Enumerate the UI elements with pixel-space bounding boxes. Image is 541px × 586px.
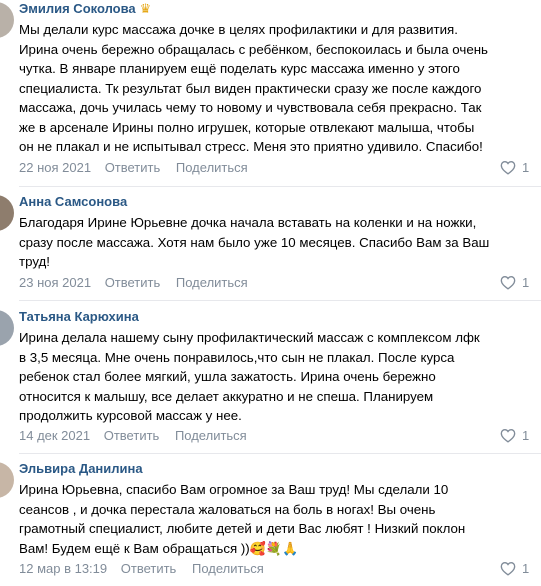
comment-date[interactable]: 22 ноя 2021 [19,160,91,175]
comment-text: Мы делали курс массажа дочке в целях про… [19,22,488,154]
heart-icon [500,562,516,576]
like-count: 1 [522,160,530,175]
comment-meta: 23 ноя 2021 Ответить Поделиться [19,275,248,290]
share-button[interactable]: Поделиться [192,561,264,576]
like-count: 1 [522,275,530,290]
comment-author[interactable]: Анна Самсонова [19,194,127,209]
like-count: 1 [522,428,530,443]
comment-date[interactable]: 12 мар в 13:19 [19,561,107,576]
avatar[interactable] [0,2,14,38]
author-name[interactable]: Анна Самсонова [19,194,127,209]
comment-meta: 22 ноя 2021 Ответить Поделиться [19,160,248,175]
comment-text: Ирина Юрьевна, спасибо Вам огромное за В… [19,480,534,558]
divider [19,453,541,454]
author-name[interactable]: Татьяна Карюхина [19,309,139,324]
comment-text-body: Ирина Юрьевна, спасибо Вам огромное за В… [19,482,466,556]
like-button[interactable]: 1 [500,160,529,175]
comment-author[interactable]: Эмилия Соколова ♛ [19,1,151,17]
comment-meta: 14 дек 2021 Ответить Поделиться [19,428,247,443]
comment-meta: 12 мар в 13:19 Ответить Поделиться [19,561,264,576]
reply-button[interactable]: Ответить [105,275,161,290]
share-button[interactable]: Поделиться [175,428,247,443]
reply-button[interactable]: Ответить [104,428,160,443]
comment-date[interactable]: 14 дек 2021 [19,428,90,443]
emoji-group: 🥰💐🙏 [249,540,299,556]
share-button[interactable]: Поделиться [176,275,248,290]
heart-icon [500,429,516,443]
avatar[interactable] [0,195,14,231]
divider [19,300,541,301]
like-button[interactable]: 1 [500,275,529,290]
comment-author[interactable]: Татьяна Карюхина [19,309,139,324]
author-name[interactable]: Эльвира Данилина [19,461,143,476]
comment-text: Благодаря Ирине Юрьевне дочка начала вст… [19,215,490,269]
avatar[interactable] [0,462,14,498]
comment-date[interactable]: 23 ноя 2021 [19,275,91,290]
like-button[interactable]: 1 [500,561,529,576]
heart-icon [500,276,516,290]
comment-author[interactable]: Эльвира Данилина [19,461,143,476]
like-count: 1 [522,561,530,576]
reply-button[interactable]: Ответить [105,160,161,175]
comment-text: Ирина делала нашему сыну профилактически… [19,330,480,423]
heart-icon [500,161,516,175]
divider [19,186,541,187]
author-name[interactable]: Эмилия Соколова [19,1,136,16]
crown-icon: ♛ [139,1,152,16]
like-button[interactable]: 1 [500,428,529,443]
avatar[interactable] [0,310,14,346]
reply-button[interactable]: Ответить [121,561,177,576]
share-button[interactable]: Поделиться [176,160,248,175]
